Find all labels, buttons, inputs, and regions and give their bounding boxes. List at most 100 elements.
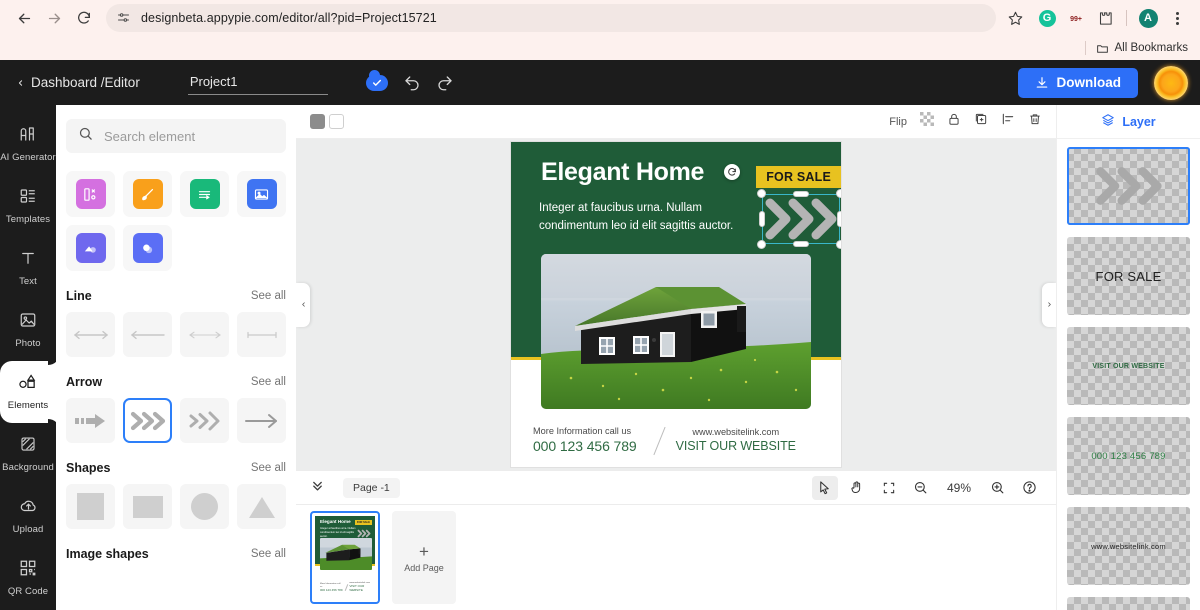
shapes-category-tile[interactable] <box>66 171 115 217</box>
delete-trash-icon[interactable] <box>1028 112 1042 131</box>
design-footer-right[interactable]: www.websitelink.com VISIT OUR WEBSITE <box>676 426 796 455</box>
hand-tool[interactable] <box>844 476 870 500</box>
see-all-link-line[interactable]: See all <box>251 290 286 302</box>
transparency-icon[interactable] <box>920 112 934 131</box>
section-header-image-shapes: Image shapes See all <box>66 547 286 561</box>
masks-category-tile[interactable] <box>123 225 172 271</box>
double-chevron-down-icon[interactable] <box>310 478 325 498</box>
design-canvas[interactable]: Elegant Home FOR SALE Integer at faucibu… <box>511 142 841 467</box>
arrow-block[interactable] <box>66 398 115 443</box>
search-input[interactable] <box>104 129 274 144</box>
selected-arrow-element[interactable] <box>762 194 840 244</box>
see-all-link-arrow[interactable]: See all <box>251 376 286 388</box>
sidebar-item-text[interactable]: Text <box>0 237 56 299</box>
search-box[interactable] <box>66 119 286 153</box>
extensions-puzzle-icon[interactable] <box>1092 5 1118 31</box>
back-arrow-icon[interactable] <box>10 4 38 32</box>
rotate-handle[interactable] <box>724 164 740 180</box>
bookmark-star-icon[interactable] <box>1002 5 1028 31</box>
breadcrumb[interactable]: Dashboard /Editor <box>16 75 140 90</box>
line-thin-double-arrow[interactable] <box>180 312 229 357</box>
reload-icon[interactable] <box>70 4 98 32</box>
canvas-area[interactable]: Elegant Home FOR SALE Integer at faucibu… <box>296 139 1056 470</box>
arrow-simple[interactable] <box>237 398 286 443</box>
download-button[interactable]: Download <box>1018 68 1139 98</box>
line-plain[interactable] <box>237 312 286 357</box>
square-icon <box>77 493 104 520</box>
resize-handle-top[interactable] <box>793 191 809 197</box>
layer-item-visit-our-website[interactable]: VISIT OUR WEBSITE <box>1067 327 1190 405</box>
lock-icon[interactable] <box>947 112 961 131</box>
section-title: Arrow <box>66 375 102 389</box>
avatar[interactable]: A <box>1135 5 1161 31</box>
fill-color-swatch[interactable] <box>310 114 325 129</box>
notification-extension-icon[interactable]: 99+ <box>1063 5 1089 31</box>
address-bar[interactable]: designbeta.appypie.com/editor/all?pid=Pr… <box>106 4 996 32</box>
sidebar-item-ai-generator[interactable]: AI Generator <box>0 113 56 175</box>
three-dot-menu-icon[interactable] <box>1164 5 1190 31</box>
forward-arrow-icon[interactable] <box>40 4 68 32</box>
outline-color-swatch[interactable] <box>329 114 344 129</box>
line-left-arrow[interactable] <box>123 312 172 357</box>
cloud-check-saved-icon[interactable] <box>366 75 388 91</box>
thumb-badge: FOR SALE <box>355 520 372 525</box>
layer-item-for-sale[interactable]: FOR SALE <box>1067 237 1190 315</box>
all-bookmarks-button[interactable]: All Bookmarks <box>1096 42 1189 55</box>
select-tool[interactable] <box>812 476 838 500</box>
collapse-left-panel-button[interactable] <box>296 283 310 327</box>
redo-icon[interactable] <box>436 74 454 92</box>
shape-rectangle[interactable] <box>123 484 172 529</box>
project-name-input[interactable] <box>188 71 328 95</box>
frames-category-tile[interactable] <box>237 171 286 217</box>
sidebar-item-elements[interactable]: Elements <box>0 361 56 423</box>
gradients-category-tile[interactable] <box>66 225 115 271</box>
sidebar-item-background[interactable]: Background <box>0 423 56 485</box>
sidebar-item-templates[interactable]: Templates <box>0 175 56 237</box>
shape-square[interactable] <box>66 484 115 529</box>
layer-item-more-information[interactable]: More Information call us <box>1067 597 1190 610</box>
site-settings-icon[interactable] <box>116 10 132 26</box>
arrow-triple-chevron-solid[interactable] <box>123 398 172 443</box>
zoom-out-tool[interactable] <box>908 476 934 500</box>
shape-triangle[interactable] <box>237 484 286 529</box>
shape-circle[interactable] <box>180 484 229 529</box>
page-indicator[interactable]: Page -1 <box>343 478 400 498</box>
see-all-link-shapes[interactable]: See all <box>251 462 286 474</box>
design-title[interactable]: Elegant Home <box>541 160 704 185</box>
help-button[interactable] <box>1016 476 1042 500</box>
color-swatches <box>310 114 344 129</box>
lines-category-tile[interactable] <box>180 171 229 217</box>
resize-handle-bottom[interactable] <box>793 241 809 247</box>
design-body-text[interactable]: Integer at faucibus urna. Nullam condime… <box>539 200 774 236</box>
layer-item-phone[interactable]: 000 123 456 789 <box>1067 417 1190 495</box>
user-avatar-sun-icon[interactable] <box>1154 66 1188 100</box>
resize-handle-top-right[interactable] <box>836 189 841 198</box>
grammarly-extension-icon[interactable]: G <box>1034 5 1060 31</box>
collapse-right-panel-button[interactable] <box>1042 283 1056 327</box>
add-page-button[interactable]: + Add Page <box>392 511 456 604</box>
zoom-in-tool[interactable] <box>984 476 1010 500</box>
page-thumbnail-1[interactable]: Elegant Home FOR SALE Integer at faucibu… <box>310 511 380 604</box>
duplicate-icon[interactable] <box>974 112 988 131</box>
sidebar-item-qr-code[interactable]: QR Code <box>0 547 56 609</box>
arrow-triple-chevron-thin[interactable] <box>180 398 229 443</box>
resize-handle-right[interactable] <box>837 211 841 227</box>
line-double-arrow[interactable] <box>66 312 115 357</box>
resize-handle-top-left[interactable] <box>757 189 766 198</box>
text-icon <box>19 249 37 272</box>
align-left-icon[interactable] <box>1001 112 1015 131</box>
sidebar-item-upload[interactable]: Upload <box>0 485 56 547</box>
resize-handle-bottom-right[interactable] <box>836 240 841 249</box>
resize-handle-bottom-left[interactable] <box>757 240 766 249</box>
graphics-category-tile[interactable] <box>123 171 172 217</box>
resize-handle-left[interactable] <box>759 211 765 227</box>
layer-item-arrow[interactable] <box>1067 147 1190 225</box>
see-all-link-image-shapes[interactable]: See all <box>251 548 286 560</box>
design-footer-left[interactable]: More Information call us 000 123 456 789 <box>533 425 637 456</box>
undo-icon[interactable] <box>403 74 421 92</box>
flip-button[interactable]: Flip <box>889 116 907 128</box>
layer-item-website[interactable]: www.websitelink.com <box>1067 507 1190 585</box>
design-for-sale-badge[interactable]: FOR SALE <box>756 166 841 188</box>
design-house-photo[interactable] <box>541 254 811 409</box>
fit-screen-tool[interactable] <box>876 476 902 500</box>
